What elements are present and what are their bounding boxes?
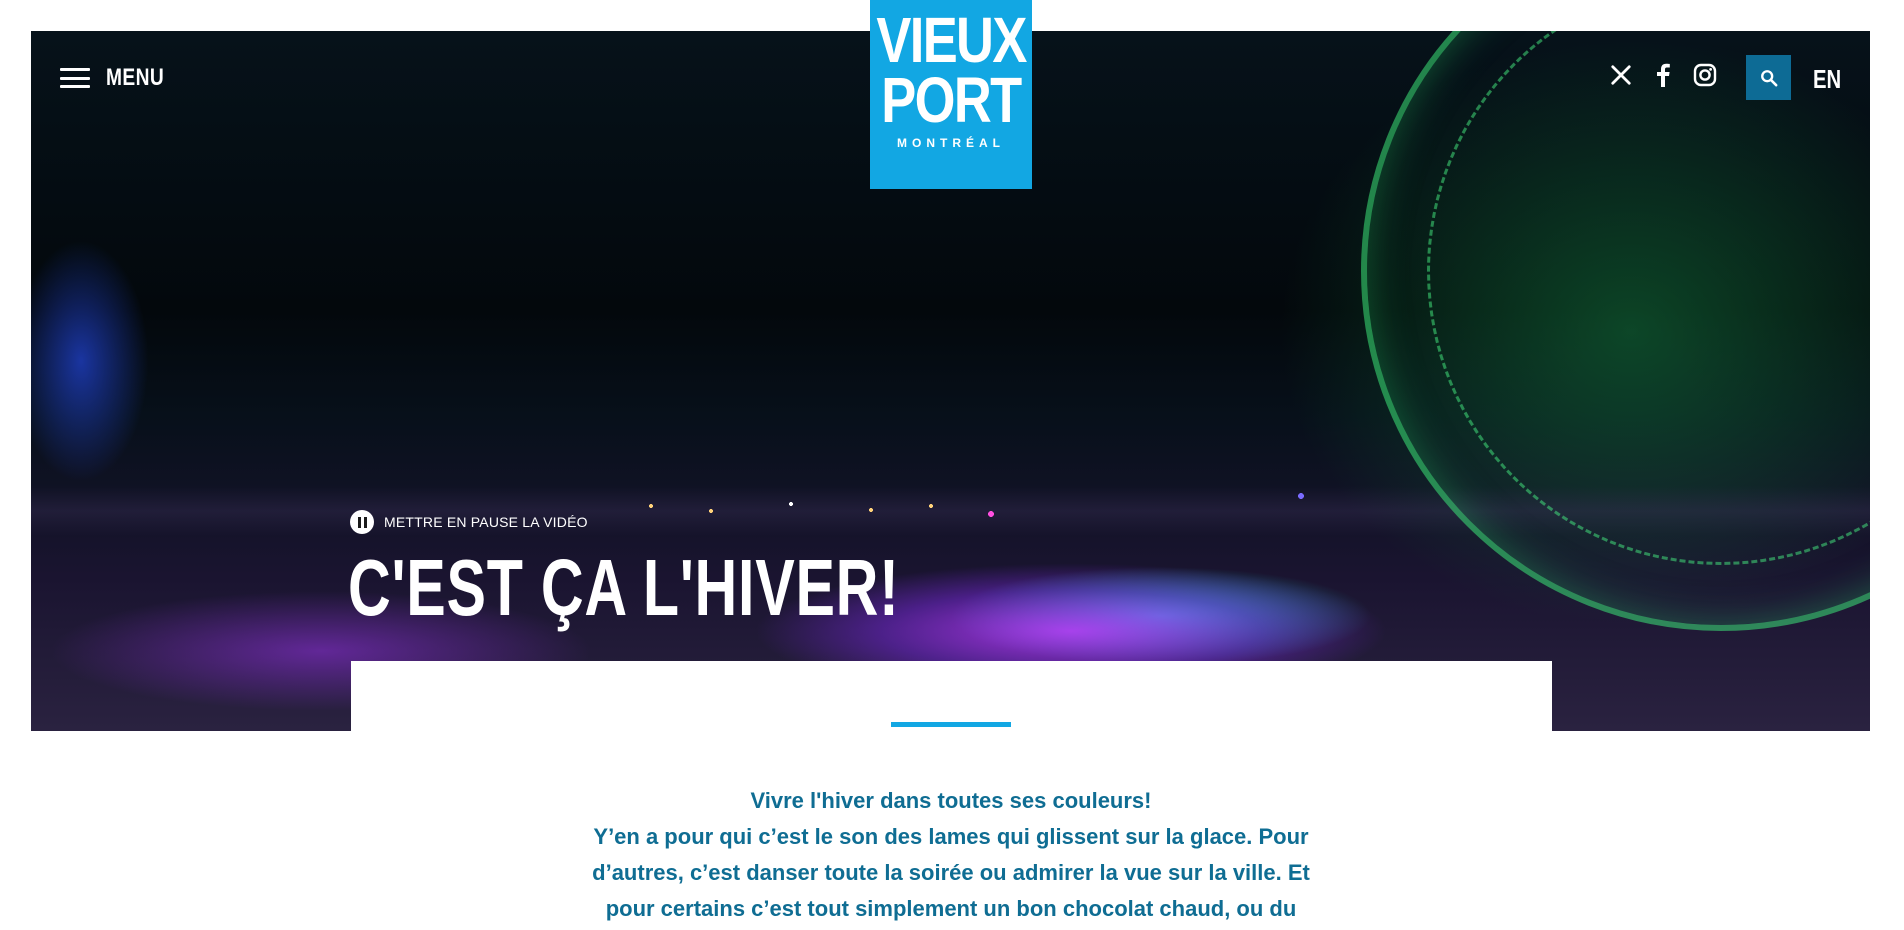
site-logo[interactable]: VIEUX PORT MONTRÉAL	[870, 0, 1032, 189]
pause-video-button[interactable]: METTRE EN PAUSE LA VIDÉO	[350, 510, 588, 534]
social-links	[1609, 62, 1717, 88]
intro-line-1: Y’en a pour qui c’est le son des lames q…	[593, 824, 1309, 849]
logo-line-2: PORT	[881, 64, 1022, 136]
intro-line-3: pour certains c’est tout simplement un b…	[605, 896, 1297, 921]
intro-text: Vivre l'hiver dans toutes ses couleurs! …	[540, 783, 1362, 927]
pause-video-label: METTRE EN PAUSE LA VIDÉO	[384, 514, 588, 530]
intro-line-2: d’autres, c’est danser toute la soirée o…	[592, 860, 1310, 885]
language-switch[interactable]: EN	[1813, 64, 1841, 95]
logo-city: MONTRÉAL	[897, 136, 1005, 150]
ferris-wheel	[1361, 31, 1870, 631]
accent-divider	[891, 722, 1011, 727]
search-icon	[1760, 69, 1777, 86]
logo-line-1: VIEUX	[876, 4, 1027, 76]
content-card	[351, 661, 1552, 731]
search-button[interactable]	[1746, 55, 1791, 100]
menu-button[interactable]: MENU	[60, 64, 179, 92]
intro-heading: Vivre l'hiver dans toutes ses couleurs!	[750, 788, 1152, 813]
hamburger-icon	[60, 68, 90, 88]
pause-icon	[350, 510, 374, 534]
instagram-icon[interactable]	[1693, 62, 1717, 88]
menu-label: MENU	[106, 64, 165, 91]
hero-title: C'EST ÇA L'HIVER!	[348, 543, 900, 632]
facebook-icon[interactable]	[1651, 62, 1675, 88]
x-twitter-icon[interactable]	[1609, 62, 1633, 88]
